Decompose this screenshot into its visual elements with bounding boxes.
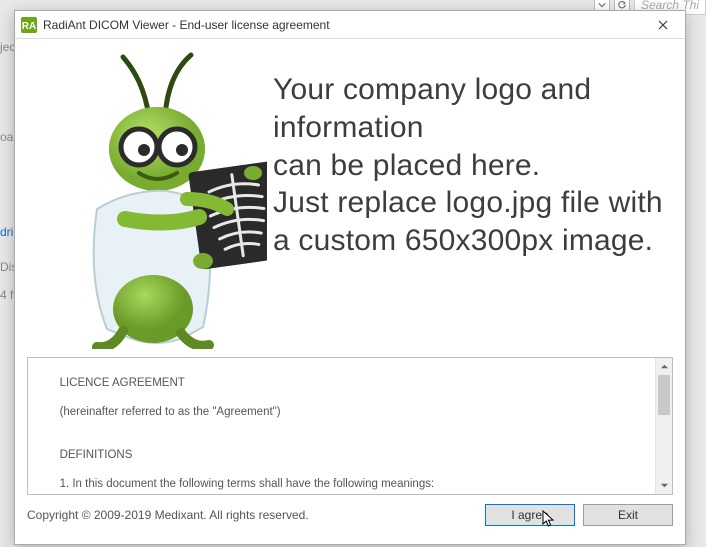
license-line: 1. In this document the following terms …: [60, 478, 435, 490]
exit-button[interactable]: Exit: [583, 504, 673, 526]
app-icon: RA: [21, 17, 37, 33]
copyright-text: Copyright © 2009-2019 Medixant. All righ…: [27, 508, 477, 522]
exit-button-label: Exit: [618, 508, 638, 522]
scroll-thumb[interactable]: [658, 375, 670, 415]
license-heading: LICENCE AGREEMENT: [60, 377, 185, 389]
cursor-icon: [542, 510, 556, 528]
close-button[interactable]: [641, 11, 685, 39]
scroll-up-icon[interactable]: [656, 358, 672, 375]
close-icon: [658, 20, 668, 30]
license-line: (hereinafter referred to as the "Agreeme…: [60, 406, 281, 418]
dialog-footer: Copyright © 2009-2019 Medixant. All righ…: [27, 495, 673, 529]
bg-label: dri: [0, 225, 13, 239]
logo-placeholder-text: Your company logo and informationcan be …: [273, 49, 673, 260]
window-title: RadiAnt DICOM Viewer - End-user license …: [43, 18, 641, 32]
license-scrollbar[interactable]: [655, 358, 672, 494]
license-heading: DEFINITIONS: [60, 449, 133, 461]
dialog-content: Your company logo and informationcan be …: [15, 39, 685, 544]
license-dialog: RA RadiAnt DICOM Viewer - End-user licen…: [14, 10, 686, 545]
mascot-illustration: [27, 49, 267, 349]
scroll-down-icon[interactable]: [656, 477, 672, 494]
svg-text:RA: RA: [22, 21, 36, 32]
license-text[interactable]: LICENCE AGREEMENT (hereinafter referred …: [28, 358, 655, 494]
titlebar: RA RadiAnt DICOM Viewer - End-user licen…: [15, 11, 685, 39]
logo-area: Your company logo and informationcan be …: [27, 49, 673, 349]
license-text-box: LICENCE AGREEMENT (hereinafter referred …: [27, 357, 673, 495]
agree-button[interactable]: I agree: [485, 504, 575, 526]
